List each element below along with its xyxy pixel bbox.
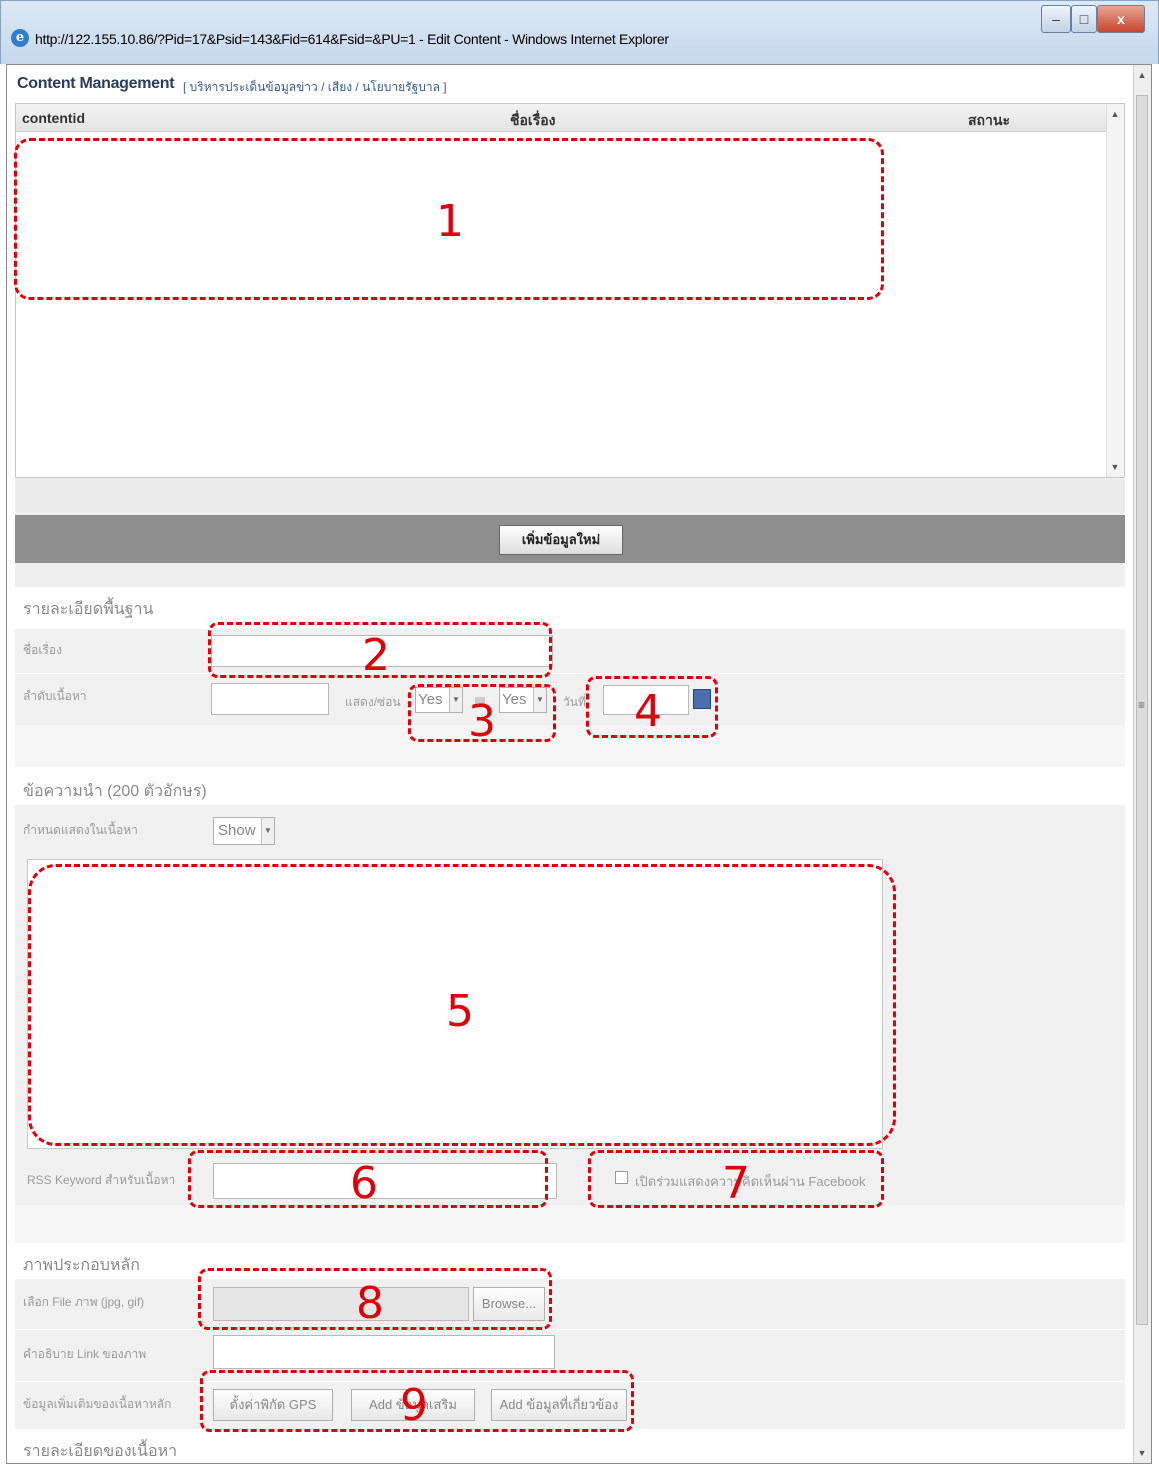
show-select[interactable]: Show ▼ (213, 817, 275, 845)
close-icon: x (1117, 11, 1125, 27)
image-link-input[interactable] (213, 1335, 555, 1369)
extra-label: ข้อมูลเพิ่มเติมของเนื้อหาหลัก (23, 1397, 172, 1411)
column-header-status[interactable]: สถานะ (968, 110, 1010, 132)
close-button[interactable]: x (1097, 5, 1145, 33)
annotation-number-2: 2 (362, 630, 390, 681)
section-title-detail: รายละเอียดของเนื้อหา (23, 1443, 178, 1460)
window-titlebar: e http://122.155.10.86/?Pid=17&Psid=143&… (0, 0, 1159, 64)
scroll-down-icon[interactable]: ▼ (1134, 1445, 1150, 1461)
file-row (15, 1279, 1125, 1329)
grid-header: contentid ชื่อเรื่อง สถานะ (16, 104, 1124, 132)
section-title-image: ภาพประกอบหลัก (23, 1257, 140, 1274)
maximize-button[interactable]: □ (1071, 5, 1097, 33)
annotation-number-9: 9 (400, 1380, 428, 1431)
show-row (15, 805, 1125, 857)
page-title: Content Management (17, 75, 175, 92)
section-title-basic: รายละเอียดพื้นฐาน (23, 601, 154, 618)
maximize-icon: □ (1079, 11, 1089, 27)
minimize-icon: – (1052, 11, 1060, 27)
annotation-number-8: 8 (356, 1278, 384, 1329)
scroll-up-icon[interactable]: ▲ (1134, 67, 1150, 83)
annotation-number-4: 4 (634, 686, 662, 737)
display-label: แสดง/ซ่อน (345, 695, 401, 709)
file-label: เลือก File ภาพ (jpg, gif) (23, 1295, 145, 1309)
annotation-number-1: 1 (436, 196, 464, 247)
window-scrollbar[interactable]: ▲ ≡ ▼ (1133, 65, 1151, 1463)
rss-row (15, 1153, 1125, 1205)
annotation-number-3: 3 (468, 696, 496, 747)
annotation-number-6: 6 (350, 1158, 378, 1209)
grid-scroll-up-icon[interactable]: ▲ (1107, 106, 1123, 122)
show-label: กำหนดแสดงในเนื้อหา (23, 823, 138, 837)
rss-label: RSS Keyword สำหรับเนื้อหา (27, 1173, 176, 1187)
column-header-subject[interactable]: ชื่อเรื่อง (510, 110, 555, 132)
spacer-band (15, 1205, 1125, 1243)
annotation-number-5: 5 (446, 986, 474, 1037)
date-label: วันที่ (563, 695, 586, 709)
section-title-intro: ข้อความนำ (200 ตัวอักษร) (23, 783, 207, 800)
minimize-button[interactable]: – (1041, 5, 1071, 33)
subject-label: ชื่อเรื่อง (23, 643, 62, 657)
column-header-contentid[interactable]: contentid (22, 110, 85, 126)
add-new-button[interactable]: เพิ่มข้อมูลใหม่ (499, 525, 623, 555)
spacer-band (15, 725, 1125, 767)
grid-scroll-down-icon[interactable]: ▼ (1107, 459, 1123, 475)
order-label: ลำดับเนื้อหา (23, 689, 87, 703)
scroll-grip-icon: ≡ (1138, 698, 1146, 712)
window-title: http://122.155.10.86/?Pid=17&Psid=143&Fi… (35, 31, 669, 47)
spacer-band (15, 563, 1125, 587)
annotation-number-7: 7 (722, 1158, 750, 1209)
image-link-label: คำอธิบาย Link ของภาพ (23, 1347, 147, 1361)
internet-explorer-icon: e (11, 29, 29, 47)
breadcrumb[interactable]: [ บริหารประเด็นข้อมูลข่าว / เสียง / นโยบ… (183, 78, 447, 97)
subject-row (15, 629, 1125, 673)
grid-scrollbar[interactable]: ▲ ▼ (1106, 104, 1124, 477)
order-input[interactable] (211, 683, 329, 715)
chevron-down-icon: ▼ (261, 818, 274, 844)
grid-footer (15, 478, 1125, 515)
